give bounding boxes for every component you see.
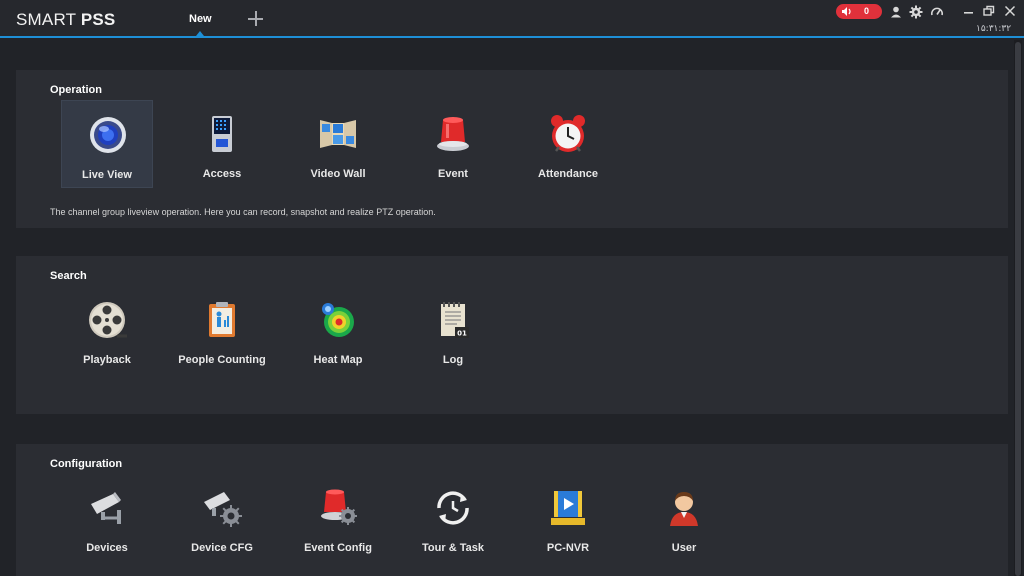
scrollbar-thumb[interactable] (1015, 42, 1021, 576)
refresh-clock-icon (437, 491, 469, 525)
operation-panel: Operation Live View Access Video Wall Ev… (16, 70, 1008, 228)
svg-text:01: 01 (457, 330, 467, 338)
heat-map-label: Heat Map (313, 354, 363, 366)
heat-map-icon (322, 303, 354, 337)
tour-task-label: Tour & Task (422, 542, 484, 554)
close-icon[interactable] (1003, 4, 1017, 18)
cctv-camera-icon (91, 492, 121, 524)
pc-nvr-icon (551, 491, 585, 525)
home-content: Operation Live View Access Video Wall Ev… (0, 40, 1024, 576)
video-wall-label: Video Wall (310, 168, 366, 180)
playback-button[interactable]: Playback (61, 286, 153, 374)
alarm-clock-icon (551, 115, 585, 152)
pc-nvr-button[interactable]: PC-NVR (522, 474, 614, 562)
people-counting-button[interactable]: People Counting (176, 286, 268, 374)
event-config-button[interactable]: Event Config (292, 474, 384, 562)
user-label: User (671, 542, 697, 554)
tab-new-label: New (189, 13, 212, 25)
restore-icon[interactable] (982, 4, 996, 18)
speedometer-icon[interactable] (930, 5, 944, 19)
user-avatar-icon (670, 492, 698, 526)
heat-map-button[interactable]: Heat Map (292, 286, 384, 374)
add-tab-button[interactable] (246, 9, 266, 29)
section-title-search: Search (50, 270, 87, 282)
people-counting-label: People Counting (178, 354, 266, 366)
live-view-label: Live View (82, 169, 132, 181)
devices-button[interactable]: Devices (61, 474, 153, 562)
camera-gear-icon (204, 492, 242, 527)
devices-label: Devices (86, 542, 128, 554)
log-button[interactable]: 01 Log (407, 286, 499, 374)
device-cfg-label: Device CFG (191, 542, 253, 554)
app-logo: SMART PSS (16, 10, 116, 29)
gear-icon[interactable] (909, 5, 923, 19)
title-bar: SMART PSS New 0 ۱۵:۳۱:۳۲ (0, 0, 1024, 38)
event-button[interactable]: Event (407, 100, 499, 188)
access-terminal-icon (212, 116, 232, 152)
film-reel-icon (89, 302, 127, 338)
attendance-label: Attendance (538, 168, 598, 180)
device-cfg-button[interactable]: Device CFG (176, 474, 268, 562)
people-counting-icon (209, 302, 235, 337)
user-icon[interactable] (889, 5, 903, 19)
playback-label: Playback (83, 354, 131, 366)
access-label: Access (202, 168, 242, 180)
tour-task-button[interactable]: Tour & Task (407, 474, 499, 562)
alarm-count: 0 (864, 6, 870, 16)
alarm-siren-icon (437, 117, 469, 151)
speaker-icon (842, 7, 851, 16)
active-tab-indicator (196, 31, 204, 36)
clock: ۱۵:۳۱:۳۲ (976, 24, 1012, 34)
siren-gear-icon (321, 489, 357, 525)
minimize-icon[interactable] (962, 4, 976, 18)
camera-lens-icon (90, 117, 126, 153)
log-label: Log (442, 354, 464, 366)
vertical-scrollbar[interactable] (1014, 40, 1022, 576)
alarm-badge[interactable]: 0 (836, 4, 882, 19)
log-notepad-icon: 01 (441, 302, 469, 338)
video-wall-button[interactable]: Video Wall (292, 100, 384, 188)
access-button[interactable]: Access (176, 100, 268, 188)
section-title-operation: Operation (50, 84, 102, 96)
search-panel: Search Playback People Counting Heat Map… (16, 256, 1008, 414)
section-description: The channel group liveview operation. He… (50, 207, 436, 217)
user-button[interactable]: User (638, 474, 730, 562)
event-label: Event (438, 168, 468, 180)
pc-nvr-label: PC-NVR (546, 542, 590, 554)
attendance-button[interactable]: Attendance (522, 100, 614, 188)
configuration-panel: Configuration Devices Device CFG Event C… (16, 444, 1008, 576)
live-view-button[interactable]: Live View (61, 100, 153, 188)
video-wall-icon (320, 120, 356, 148)
tab-new[interactable]: New (176, 0, 224, 36)
section-title-configuration: Configuration (50, 458, 123, 470)
event-config-label: Event Config (304, 542, 372, 554)
